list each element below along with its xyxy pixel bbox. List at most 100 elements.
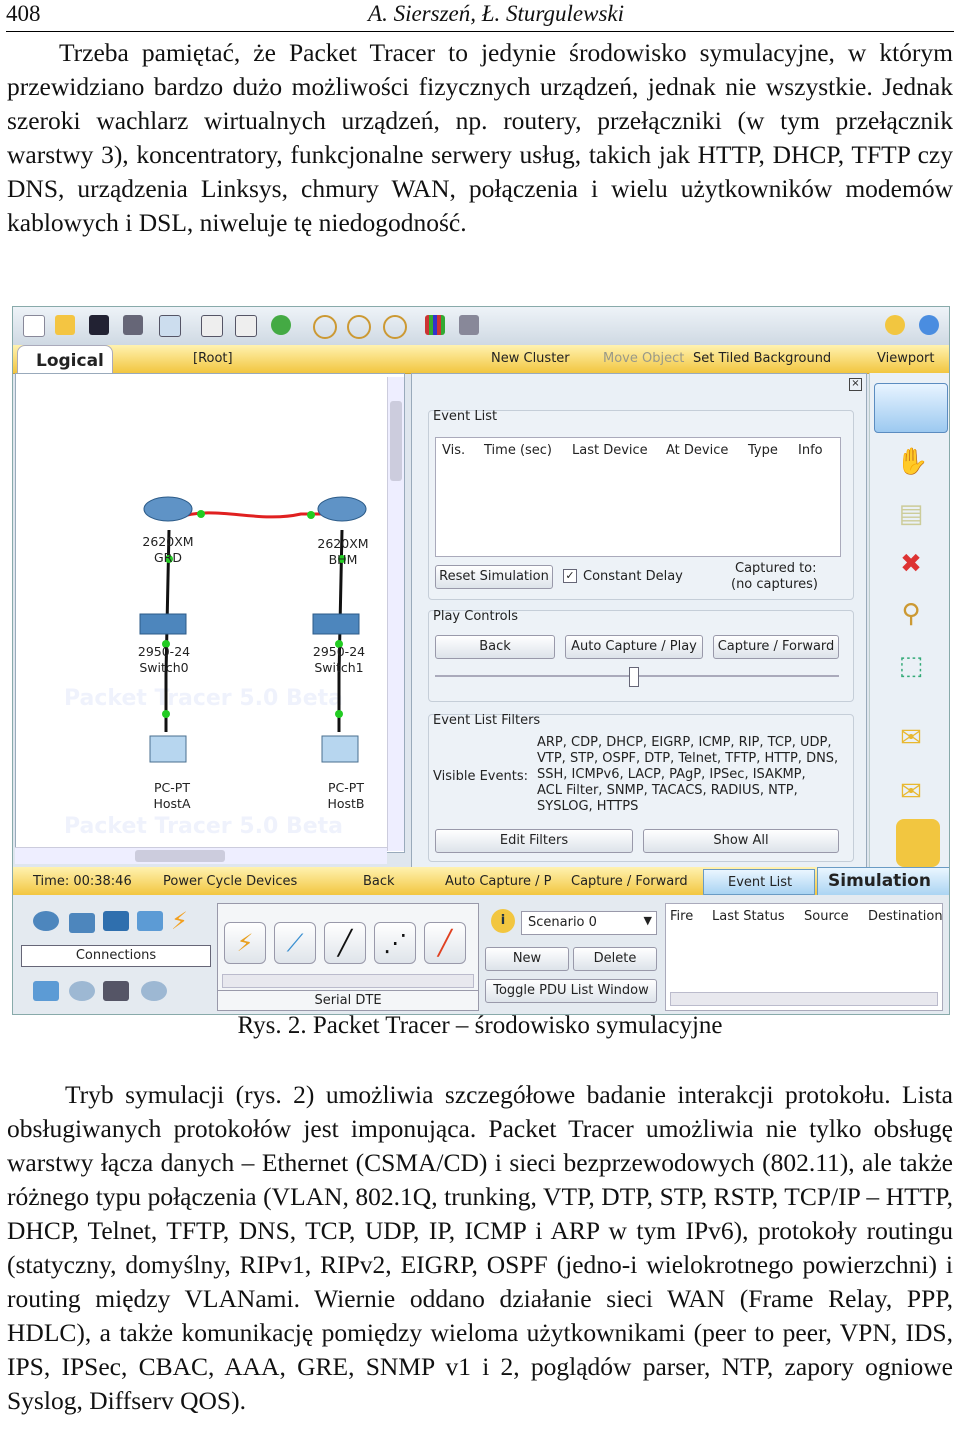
- network-topology: [139, 496, 367, 763]
- event-list-tab[interactable]: Event List: [703, 869, 815, 895]
- reset-simulation-button[interactable]: Reset Simulation: [435, 565, 553, 589]
- console-cable-icon[interactable]: ⟋: [274, 922, 316, 964]
- undo-icon[interactable]: [271, 315, 291, 335]
- status-auto-capture-button[interactable]: Auto Capture / P: [445, 874, 552, 889]
- paste-icon[interactable]: [235, 315, 257, 337]
- note-icon[interactable]: ▤: [896, 499, 926, 529]
- serial-dte-cable-icon[interactable]: ╱: [424, 922, 466, 964]
- visible-events-list: ARP, CDP, DHCP, EIGRP, ICMP, RIP, TCP, U…: [537, 735, 839, 814]
- auto-connection-icon[interactable]: ⚡: [224, 922, 266, 964]
- link-status-light: [335, 710, 343, 718]
- link-status-light: [197, 510, 205, 518]
- connections-scrollbar[interactable]: [222, 974, 474, 988]
- constant-delay-label: Constant Delay: [583, 569, 683, 584]
- show-all-button[interactable]: Show All: [643, 829, 839, 853]
- custom-device-icon[interactable]: [459, 315, 479, 335]
- slider-handle[interactable]: [629, 667, 639, 687]
- scenario-info-icon[interactable]: i: [491, 909, 515, 933]
- straight-cable-icon[interactable]: ╱: [324, 922, 366, 964]
- palette-icon[interactable]: [425, 315, 445, 335]
- help-icon[interactable]: [919, 315, 939, 335]
- wireless-category-icon[interactable]: [137, 911, 163, 931]
- logical-workspace[interactable]: Packet Tracer 5.0 Beta Packet Tracer 5.0…: [15, 373, 405, 853]
- power-cycle-button[interactable]: Power Cycle Devices: [163, 874, 297, 889]
- column-header[interactable]: Vis.: [442, 443, 465, 458]
- pc-icon: [321, 735, 359, 763]
- scenario-select[interactable]: Scenario 0 ▼: [521, 911, 657, 935]
- delete-icon[interactable]: ✖: [896, 549, 926, 579]
- connection-types-box: ⚡ ⟋ ╱ ⋰ ╱ Serial DTE: [217, 903, 479, 1011]
- simulation-clock-icon[interactable]: [896, 819, 940, 867]
- new-scenario-button[interactable]: New: [485, 947, 569, 971]
- column-header[interactable]: Fire: [670, 909, 693, 924]
- captured-to-label: Captured to:: [735, 561, 817, 576]
- copy-icon[interactable]: [201, 315, 223, 337]
- close-icon[interactable]: ×: [849, 378, 862, 391]
- activity-wizard-icon[interactable]: [159, 315, 181, 337]
- viewport-button[interactable]: Viewport: [877, 351, 935, 366]
- zoom-in-icon[interactable]: [313, 315, 337, 339]
- hand-icon[interactable]: ✋: [896, 447, 928, 477]
- set-background-button[interactable]: Set Tiled Background: [693, 351, 831, 366]
- status-capture-forward-button[interactable]: Capture / Forward: [571, 874, 688, 889]
- new-file-icon[interactable]: [23, 315, 45, 337]
- wan-emulation-category-icon[interactable]: [69, 981, 95, 1001]
- workspace-vertical-scrollbar[interactable]: [387, 377, 404, 851]
- move-object-button[interactable]: Move Object: [603, 351, 684, 366]
- switches-category-icon[interactable]: [69, 913, 95, 933]
- add-simple-pdu-icon[interactable]: ✉: [896, 723, 926, 753]
- open-folder-icon[interactable]: [55, 315, 75, 335]
- multiuser-category-icon[interactable]: [141, 981, 167, 1001]
- column-header[interactable]: At Device: [666, 443, 728, 458]
- logical-tab-label: Logical: [36, 351, 104, 371]
- event-filters-label: Event List Filters: [433, 713, 541, 728]
- zoom-reset-icon[interactable]: [347, 315, 371, 339]
- pdu-list-scrollbar[interactable]: [670, 992, 938, 1006]
- column-header[interactable]: Time (sec): [484, 443, 552, 458]
- running-authors: A. Sierszeń, Ł. Sturgulewski: [368, 1, 624, 26]
- delete-scenario-button[interactable]: Delete: [573, 947, 657, 971]
- workspace-horizontal-scrollbar[interactable]: [15, 847, 387, 864]
- edit-filters-button[interactable]: Edit Filters: [435, 829, 633, 853]
- select-tool-icon[interactable]: [874, 383, 948, 433]
- link-status-light: [307, 511, 315, 519]
- add-complex-pdu-icon[interactable]: ✉: [896, 777, 926, 807]
- column-header[interactable]: Type: [748, 443, 778, 458]
- custom-devices-category-icon[interactable]: [103, 981, 129, 1001]
- device-label: PC-PT HostA: [153, 780, 191, 811]
- info-icon[interactable]: [885, 315, 905, 335]
- logical-workspace-bar: [Root] New Cluster Move Object Set Tiled…: [13, 345, 949, 374]
- crossover-cable-icon[interactable]: ⋰: [374, 922, 416, 964]
- device-label: 2620XM BHM: [317, 536, 369, 567]
- pdu-list-table[interactable]: Fire Last Status Source Destination: [665, 903, 943, 1011]
- back-button[interactable]: Back: [435, 635, 555, 659]
- simulation-mode-tab[interactable]: Simulation: [817, 867, 949, 897]
- play-controls-group: Play Controls Back Auto Capture / Play C…: [428, 609, 854, 702]
- capture-forward-button[interactable]: Capture / Forward: [713, 635, 839, 659]
- column-header[interactable]: Last Status: [712, 909, 785, 924]
- chevron-down-icon: ▼: [643, 914, 652, 927]
- auto-capture-play-button[interactable]: Auto Capture / Play: [565, 635, 703, 659]
- packet-tracer-screenshot: [Root] New Cluster Move Object Set Tiled…: [12, 306, 950, 1015]
- save-icon[interactable]: [89, 315, 109, 335]
- column-header[interactable]: Source: [804, 909, 849, 924]
- column-header[interactable]: Info: [798, 443, 823, 458]
- resize-icon[interactable]: ⬚: [896, 651, 926, 681]
- connections-category-icon[interactable]: ⚡: [171, 907, 188, 935]
- status-back-button[interactable]: Back: [363, 874, 395, 889]
- zoom-out-icon[interactable]: [383, 315, 407, 339]
- print-icon[interactable]: [123, 315, 143, 335]
- event-list-table[interactable]: Vis. Time (sec) Last Device At Device Ty…: [435, 437, 841, 557]
- toggle-pdu-list-button[interactable]: Toggle PDU List Window: [485, 979, 657, 1003]
- inspect-icon[interactable]: ⚲: [896, 599, 926, 629]
- column-header[interactable]: Last Device: [572, 443, 648, 458]
- end-devices-category-icon[interactable]: [33, 981, 59, 1001]
- constant-delay-checkbox[interactable]: ✓: [563, 569, 577, 583]
- no-captures-label: (no captures): [731, 577, 819, 592]
- routers-category-icon[interactable]: [33, 911, 59, 931]
- root-label[interactable]: [Root]: [193, 351, 233, 366]
- column-header[interactable]: Destination: [868, 909, 943, 924]
- hubs-category-icon[interactable]: [103, 911, 129, 931]
- connections-label: Connections: [21, 945, 211, 967]
- new-cluster-button[interactable]: New Cluster: [491, 351, 570, 366]
